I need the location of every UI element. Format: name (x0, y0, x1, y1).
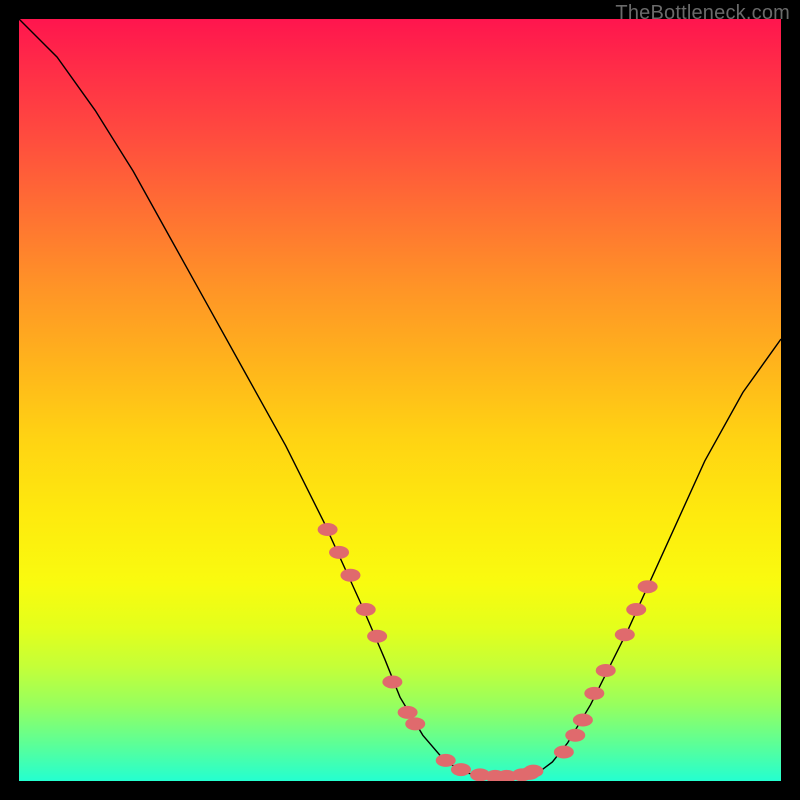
marker-dot (398, 706, 418, 719)
marker-dot (382, 675, 402, 688)
marker-dot (367, 630, 387, 643)
highlighted-points-group (318, 523, 658, 781)
marker-dot (340, 569, 360, 582)
marker-dot (523, 765, 543, 778)
marker-dot (318, 523, 338, 536)
marker-dot (638, 580, 658, 593)
marker-dot (451, 763, 471, 776)
marker-dot (329, 546, 349, 559)
bottleneck-curve (19, 19, 781, 777)
marker-dot (554, 746, 574, 759)
marker-dot (584, 687, 604, 700)
marker-dot (596, 664, 616, 677)
chart-plot-area (19, 19, 781, 781)
marker-dot (565, 729, 585, 742)
marker-dot (436, 754, 456, 767)
watermark-text: TheBottleneck.com (615, 2, 790, 25)
chart-svg (19, 19, 781, 781)
marker-dot (356, 603, 376, 616)
marker-dot (573, 714, 593, 727)
marker-dot (626, 603, 646, 616)
marker-dot (405, 717, 425, 730)
marker-dot (615, 628, 635, 641)
